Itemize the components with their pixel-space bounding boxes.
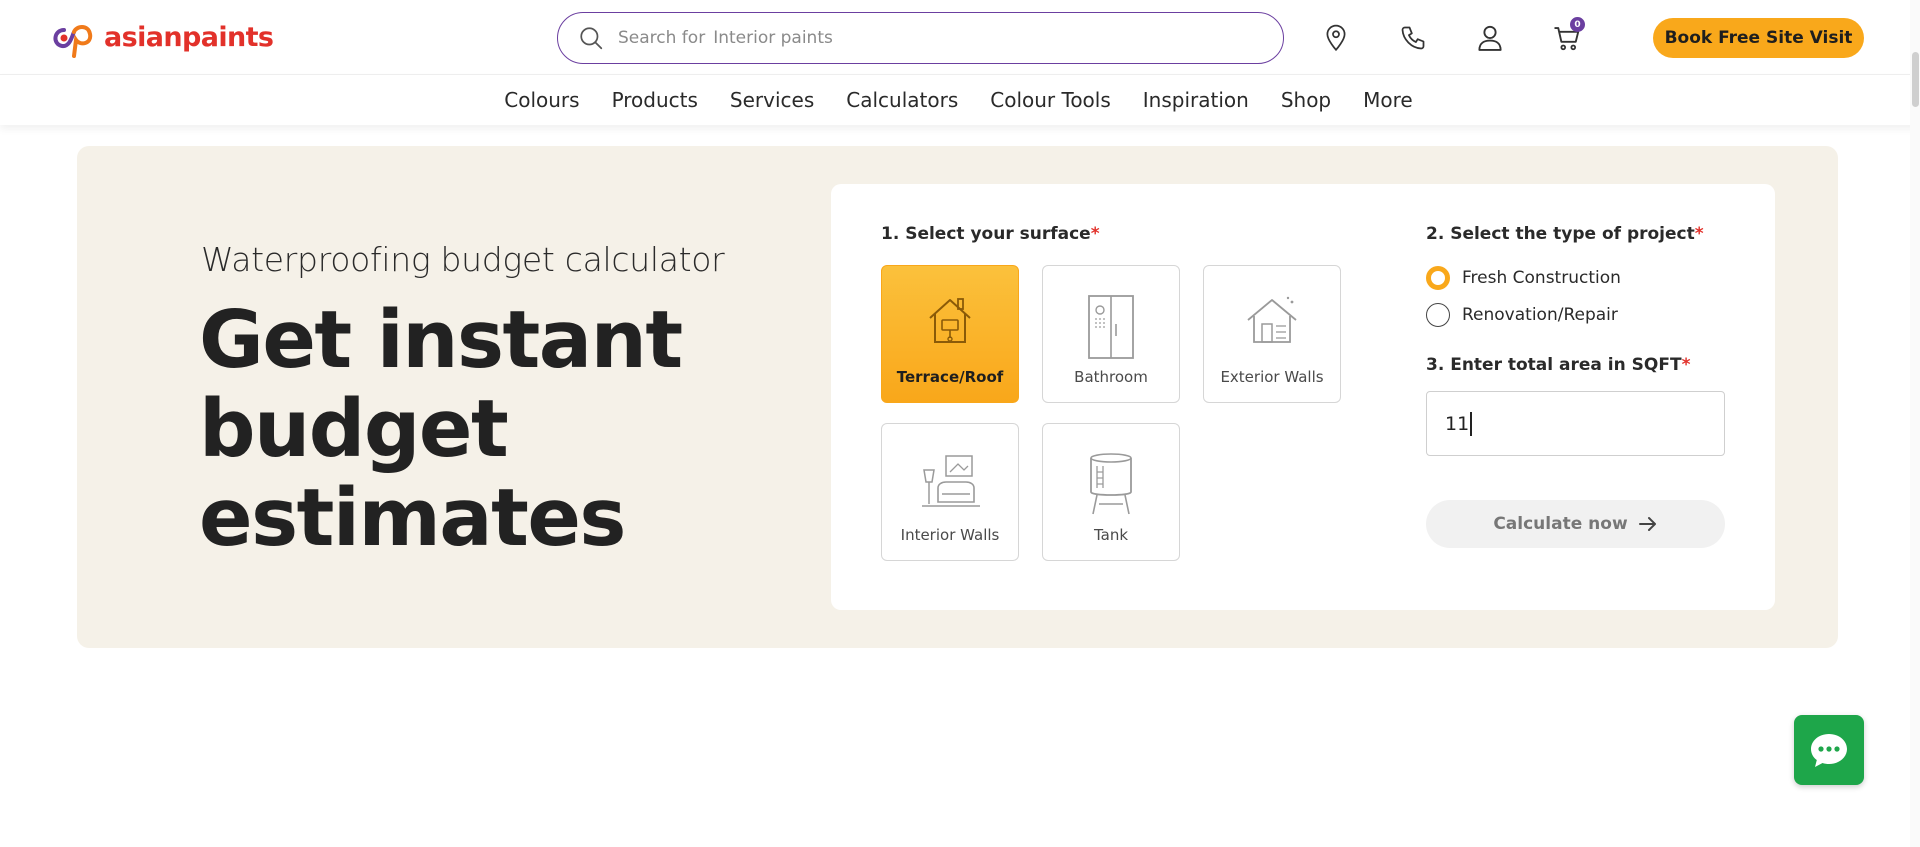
- surface-label: Terrace/Roof: [896, 368, 1004, 386]
- main-nav: Colours Products Services Calculators Co…: [0, 75, 1920, 125]
- project-type-step-label: 2. Select the type of project*: [1426, 224, 1704, 244]
- site-header: asianpaints Search for Interior paints 0…: [0, 0, 1920, 75]
- phone-icon[interactable]: [1396, 21, 1430, 55]
- radio-renovation-repair[interactable]: Renovation/Repair: [1426, 303, 1618, 327]
- required-marker: *: [1681, 355, 1691, 375]
- nav-item-more[interactable]: More: [1363, 88, 1413, 112]
- radio-fresh-construction[interactable]: Fresh Construction: [1426, 266, 1621, 290]
- area-step-label: 3. Enter total area in SQFT*: [1426, 355, 1691, 375]
- nav-item-services[interactable]: Services: [730, 88, 814, 112]
- house-exterior-icon: [1247, 296, 1297, 343]
- scrollbar-thumb[interactable]: [1912, 52, 1919, 107]
- required-marker: *: [1090, 224, 1100, 244]
- radio-label: Fresh Construction: [1462, 268, 1621, 288]
- text-caret: [1470, 411, 1472, 436]
- calculator-subtitle: Waterproofing budget calculator: [201, 240, 725, 279]
- book-site-visit-button[interactable]: Book Free Site Visit: [1653, 18, 1864, 58]
- surface-option-bathroom[interactable]: Bathroom: [1042, 265, 1180, 403]
- chat-button[interactable]: [1794, 715, 1864, 785]
- area-sqft-input[interactable]: 11: [1426, 391, 1725, 456]
- search-hint: Interior paints: [713, 28, 833, 48]
- nav-item-colour-tools[interactable]: Colour Tools: [990, 88, 1111, 112]
- nav-item-colours[interactable]: Colours: [504, 88, 579, 112]
- radio-label: Renovation/Repair: [1462, 305, 1618, 325]
- calculate-button-label: Calculate now: [1493, 514, 1628, 534]
- water-tank-icon: [1090, 453, 1132, 515]
- surface-label: Bathroom: [1074, 368, 1148, 386]
- page-scrollbar[interactable]: [1910, 0, 1920, 847]
- page-title: Get instant budget estimates: [199, 294, 683, 564]
- cart-icon[interactable]: 0: [1550, 17, 1585, 55]
- brand-logo[interactable]: asianpaints: [48, 16, 274, 58]
- nav-item-inspiration[interactable]: Inspiration: [1143, 88, 1249, 112]
- surface-step-label: 1. Select your surface*: [881, 224, 1100, 244]
- surface-option-tank[interactable]: Tank: [1042, 423, 1180, 561]
- radio-button[interactable]: [1426, 303, 1450, 327]
- search-bar[interactable]: Search for Interior paints: [557, 12, 1284, 64]
- brand-name: asianpaints: [104, 21, 274, 53]
- area-value: 11: [1445, 412, 1470, 435]
- nav-item-shop[interactable]: Shop: [1281, 88, 1331, 112]
- house-terrace-icon: [929, 298, 971, 343]
- shower-icon: [1088, 295, 1134, 359]
- sofa-lamp-icon: [922, 455, 980, 507]
- cart-count-badge: 0: [1570, 17, 1585, 32]
- surface-option-terrace-roof[interactable]: Terrace/Roof: [881, 265, 1019, 403]
- search-input[interactable]: Search for Interior paints: [618, 28, 833, 48]
- surface-label: Interior Walls: [900, 526, 1000, 544]
- search-icon: [580, 27, 603, 50]
- location-pin-icon[interactable]: [1319, 21, 1353, 55]
- nav-item-calculators[interactable]: Calculators: [846, 88, 958, 112]
- chat-bubble-icon: [1811, 734, 1847, 767]
- user-icon[interactable]: [1473, 21, 1507, 55]
- asianpaints-logo-mark-icon: [53, 25, 93, 58]
- radio-button-checked[interactable]: [1426, 266, 1450, 290]
- calculate-now-button[interactable]: Calculate now: [1426, 500, 1725, 548]
- arrow-right-icon: [1638, 517, 1656, 531]
- surface-option-exterior-walls[interactable]: Exterior Walls: [1203, 265, 1341, 403]
- required-marker: *: [1694, 224, 1704, 244]
- surface-label: Tank: [1093, 526, 1129, 544]
- surface-label: Exterior Walls: [1220, 368, 1324, 386]
- surface-option-interior-walls[interactable]: Interior Walls: [881, 423, 1019, 561]
- search-prefix: Search for: [618, 28, 706, 48]
- nav-item-products[interactable]: Products: [612, 88, 698, 112]
